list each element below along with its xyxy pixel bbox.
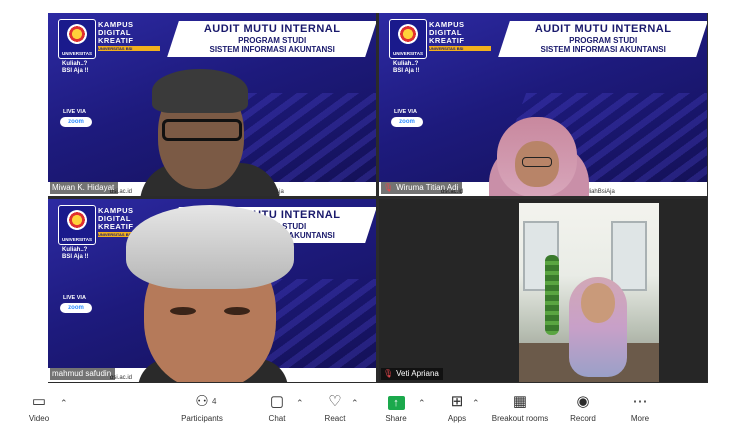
apps-button[interactable]: ⊞ Apps — [442, 392, 472, 423]
record-button[interactable]: ◉ Record — [566, 392, 600, 423]
chat-button[interactable]: ▢ Chat — [262, 392, 292, 423]
zoom-badge: zoom — [391, 117, 423, 127]
video-tile[interactable]: bsi.ac.id @KuliahBsiAja UNIVERSITAS KAMP… — [48, 13, 376, 196]
slide-title: AUDIT MUTU INTERNAL PROGRAM STUDI SISTEM… — [167, 21, 376, 57]
react-button[interactable]: ♡ React — [318, 392, 352, 423]
university-logo: UNIVERSITAS — [389, 19, 427, 59]
meeting-toolbar: ▭ Video ⌃ ⚇ Participants 4 ▢ Chat ⌃ ♡ Re… — [0, 388, 750, 430]
participant-name: mahmud safudin — [50, 368, 116, 380]
share-screen-icon: ↑ — [380, 392, 412, 412]
slogan: Kuliah..? BSI Aja !! — [62, 247, 89, 260]
video-tile[interactable]: 🎙 Veti Apriana — [379, 199, 707, 382]
apps-icon: ⊞ — [450, 393, 464, 410]
apps-options-chevron-icon[interactable]: ⌃ — [472, 398, 480, 409]
brand-text: KAMPUS DIGITAL KREATIF UNIVERSITAS BSI — [429, 21, 491, 51]
mic-muted-icon: 🎙 — [383, 183, 394, 192]
more-button[interactable]: ⋯ More — [624, 392, 656, 423]
university-logo: UNIVERSITAS — [58, 19, 96, 59]
video-gallery: bsi.ac.id @KuliahBsiAja UNIVERSITAS KAMP… — [48, 13, 708, 383]
video-button[interactable]: ▭ Video — [22, 392, 56, 423]
university-logo: UNIVERSITAS — [58, 205, 96, 245]
participants-button[interactable]: ⚇ Participants — [176, 392, 228, 423]
video-tile-active-speaker[interactable]: bsi.ac.id @KuliahBsiAja UNIVERSITAS KAMP… — [48, 199, 376, 382]
record-icon: ◉ — [576, 393, 590, 410]
grid-icon: ▦ — [512, 393, 528, 410]
participant-name: 🎙 Veti Apriana — [381, 368, 443, 380]
chat-options-chevron-icon[interactable]: ⌃ — [296, 398, 304, 409]
slogan: Kuliah..? BSI Aja !! — [62, 61, 89, 74]
heart-icon: ♡ — [328, 393, 342, 410]
participants-count: 4 — [212, 397, 217, 406]
video-camera-icon: ▭ — [31, 393, 47, 410]
brand-text: KAMPUS DIGITAL KREATIF UNIVERSITAS BSI — [98, 21, 160, 51]
participant-video — [519, 203, 659, 382]
participant-name: Miwan K. Hidayat — [50, 182, 119, 194]
share-button[interactable]: ↑ Share — [380, 392, 412, 423]
participant-name: 🎙 Wiruma Titian Adi — [381, 182, 463, 194]
slide-title: AUDIT MUTU INTERNAL PROGRAM STUDI SISTEM… — [498, 21, 707, 57]
react-options-chevron-icon[interactable]: ⌃ — [351, 398, 359, 409]
zoom-badge: zoom — [60, 117, 92, 127]
live-via-label: LIVE VIA — [63, 295, 86, 301]
people-icon: ⚇ — [195, 393, 209, 410]
slogan: Kuliah..? BSI Aja !! — [393, 61, 420, 74]
breakout-rooms-button[interactable]: ▦ Breakout rooms — [488, 392, 552, 423]
video-options-chevron-icon[interactable]: ⌃ — [60, 398, 68, 409]
live-via-label: LIVE VIA — [394, 109, 417, 115]
mic-muted-icon: 🎙 — [383, 369, 394, 378]
video-tile[interactable]: bsi.ac.id @KuliahBsiAja UNIVERSITAS KAMP… — [379, 13, 707, 196]
zoom-badge: zoom — [60, 303, 92, 313]
chat-bubble-icon: ▢ — [269, 393, 285, 410]
live-via-label: LIVE VIA — [63, 109, 86, 115]
share-options-chevron-icon[interactable]: ⌃ — [418, 398, 426, 409]
more-icon: ⋯ — [632, 393, 648, 410]
